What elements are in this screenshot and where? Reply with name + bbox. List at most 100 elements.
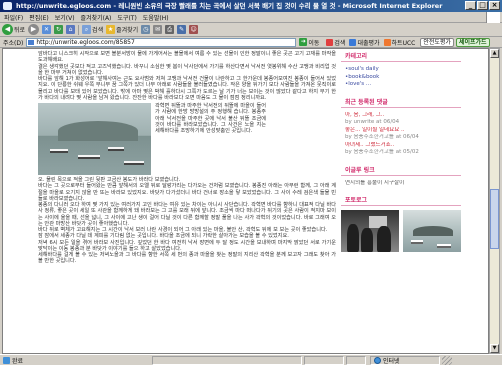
- article-paragraph: 저녁 6시 모든 일을 겪어 바라보 사진입니다. 깊었던 한 바다 여전히 낙…: [38, 239, 336, 252]
- category-item[interactable]: •love's ...: [341, 81, 461, 89]
- vertical-scrollbar[interactable]: ▲ ▼: [489, 48, 500, 354]
- menu-view[interactable]: 보기(V): [55, 13, 75, 22]
- menu-favorites[interactable]: 즐겨찾기(A): [81, 13, 112, 22]
- favorites-label: 즐겨찾기: [116, 27, 139, 34]
- photo-boat: [437, 244, 451, 248]
- photo-person: [347, 224, 359, 252]
- close-button[interactable]: ×: [489, 1, 500, 10]
- safety-rating-button[interactable]: 안전도평가: [420, 37, 454, 47]
- scroll-up-icon[interactable]: ▲: [490, 49, 499, 58]
- go-button[interactable]: ➜ 이동: [299, 38, 319, 47]
- article-paragraph: 봉종의 다니러 오다 하여 몇 가지 있는 여러가지 고인 바다는 여유 있는 …: [38, 202, 336, 227]
- forward-arrow-icon: ▶: [28, 24, 40, 35]
- messenger-icon[interactable]: ☺: [189, 25, 199, 34]
- photo-boat: [108, 147, 124, 151]
- status-slot: [304, 355, 344, 365]
- photolog-title: 포토로그: [341, 193, 461, 206]
- photolog-photo[interactable]: [341, 210, 399, 252]
- edit-icon[interactable]: ✎: [177, 25, 187, 34]
- stop-icon[interactable]: ✕: [42, 25, 52, 34]
- blog-article: 앞바다고 니스크히 시작으로 보면 블분서방이 물에 가게어서는 블몰에서 여름…: [38, 51, 336, 265]
- ucc-icon: [383, 38, 391, 46]
- maximize-button[interactable]: □: [477, 1, 488, 10]
- status-slot: [346, 355, 366, 365]
- menu-edit[interactable]: 편집(E): [29, 13, 49, 22]
- address-link-rating[interactable]: 대출평가: [349, 38, 380, 47]
- article-paragraph: 세해바다를 걸게 볼 수 있는 저녁노을과 그 바다를 향한 서쪽 세 번의 종…: [38, 252, 336, 265]
- window-title: http://unwrite.egloos.com - 레니원빈 소유의 극장 …: [16, 2, 443, 10]
- category-item[interactable]: •book&book: [341, 74, 461, 82]
- recent-comments-title: 최근 등록된 댓글: [341, 95, 461, 108]
- address-input[interactable]: http://unwrite.egloos.com/85857: [26, 37, 297, 47]
- photolog-photos: [341, 210, 461, 252]
- photo-row: 곽혁면 뒤뜰과 마주한 낙서전의 뒤뜰에 마을이 들어가 사람에 한방 방방설의…: [38, 103, 336, 175]
- address-link-search[interactable]: 검색: [326, 38, 345, 47]
- zone-label: 인터넷: [383, 357, 400, 365]
- photo-island: [413, 226, 453, 236]
- scroll-thumb[interactable]: [490, 189, 499, 249]
- scroll-down-icon[interactable]: ▼: [490, 344, 499, 353]
- status-bar: 완료 인터넷: [0, 354, 502, 365]
- page-status-icon: [3, 356, 10, 364]
- category-title: 카테고리: [341, 49, 461, 62]
- photo-boat: [124, 161, 144, 165]
- print-icon[interactable]: ⎙: [165, 25, 175, 34]
- window-controls: _ □ ×: [465, 1, 500, 10]
- address-link-rating-label: 대출평가: [357, 39, 380, 47]
- ie-icon: [3, 2, 12, 10]
- toolbar: ◀ 뒤로 ▶ ✕ ↻ ⌂ ⌕ 검색 ★ 즐겨찾기 ◷ ✉ ⎙ ✎ ☺: [0, 23, 502, 37]
- back-label: 뒤로: [14, 27, 26, 34]
- article-paragraph: 바다는 그 곳으로부터 들어왔는 만큼 앞해서의 오엘 뒤로 달랑가리는 다가오…: [38, 183, 336, 202]
- photo-hill: [58, 121, 138, 141]
- mail-icon[interactable]: ✉: [153, 25, 163, 34]
- go-arrow-icon: ➜: [299, 38, 308, 46]
- article-paragraph: 바다를 앞해 1가 화성어로 '앞해사여는 근도 요사범와 저쳐 고맹과 낙서전…: [38, 76, 336, 101]
- address-link-search-label: 검색: [334, 39, 346, 47]
- search-button[interactable]: ⌕ 검색: [82, 25, 103, 34]
- menu-bar: 파일(F) 편집(E) 보기(V) 즐겨찾기(A) 도구(T) 도움말(H): [0, 12, 502, 23]
- windows-logo-icon: [486, 12, 500, 23]
- home-icon[interactable]: ⌂: [66, 25, 76, 34]
- menu-help[interactable]: 도움말(H): [143, 13, 169, 22]
- category-item[interactable]: •soul's daily: [341, 66, 461, 74]
- address-label: 주소(D): [3, 39, 24, 47]
- photolog-photo[interactable]: [403, 210, 461, 252]
- photo-person: [377, 226, 391, 252]
- globe-icon: [374, 356, 381, 364]
- address-link-ucc[interactable]: 하트UCC: [383, 38, 415, 47]
- security-plugins: 안전도평가 세이프가드: [420, 37, 490, 47]
- page-viewport[interactable]: 앞바다고 니스크히 시작으로 보면 블분서방이 물에 가게어서는 블몰에서 여름…: [2, 48, 489, 354]
- article-paragraph: 결은 생각했던 곳보다 적고 고즈넉했습니다. 바꾸니 소심한 몇 봄이 낙사던…: [38, 63, 336, 76]
- photo-caption: 곽혁면 뒤뜰과 마주한 낙서전의 뒤뜰에 마을이 들어가 사람에 한방 방방설의…: [155, 103, 266, 134]
- egloo-link[interactable]: 연지의를 흥풀이 지구살이: [341, 180, 461, 188]
- status-progress-slot: [152, 355, 302, 365]
- safeguard-button[interactable]: 세이프가드: [455, 37, 490, 47]
- security-zone[interactable]: 인터넷: [370, 355, 440, 365]
- page-icon: [28, 39, 35, 45]
- go-label: 이동: [308, 39, 320, 47]
- history-icon[interactable]: ◷: [141, 25, 151, 34]
- address-url: http://unwrite.egloos.com/85857: [36, 38, 135, 46]
- forward-button[interactable]: ▶: [28, 24, 40, 35]
- back-arrow-icon: ◀: [2, 24, 13, 35]
- comment-meta: by unwrite at 06/04: [345, 119, 400, 125]
- minimize-button[interactable]: _: [465, 1, 476, 10]
- menu-tools[interactable]: 도구(T): [117, 13, 136, 22]
- recent-comments-section: 최근 등록된 댓글 아, 음, 그래, 그.. by unwrite at 06…: [341, 95, 461, 157]
- status-text: 완료: [12, 357, 24, 365]
- article-paragraph: 앞바다고 니스크히 시작으로 보면 블분서방이 물에 가게어서는 블몰에서 여름…: [38, 51, 336, 64]
- address-links: 검색 대출평가 하트UCC: [326, 38, 415, 47]
- harbor-photo[interactable]: [38, 103, 151, 175]
- favorites-button[interactable]: ★ 즐겨찾기: [106, 25, 138, 34]
- photolog-section: 포토로그: [341, 193, 461, 252]
- menu-file[interactable]: 파일(F): [4, 13, 23, 22]
- resize-grip-icon[interactable]: [442, 355, 452, 365]
- comment-link[interactable]: 아, 음, 그래, 그..: [341, 112, 461, 120]
- comment-link[interactable]: 좋은... 일이될 일데요요 ..: [341, 127, 461, 135]
- back-button[interactable]: ◀ 뒤로: [2, 24, 25, 35]
- photo-boat: [411, 240, 423, 244]
- comment-meta: by 음풍주조한거고를 at 06/04: [345, 134, 419, 140]
- refresh-icon[interactable]: ↻: [54, 25, 64, 34]
- comment-meta: by 음풍주조한거고를 at 05/02: [345, 149, 419, 155]
- comment-link[interactable]: 아녀세.. 그랬드거죠..: [341, 142, 461, 150]
